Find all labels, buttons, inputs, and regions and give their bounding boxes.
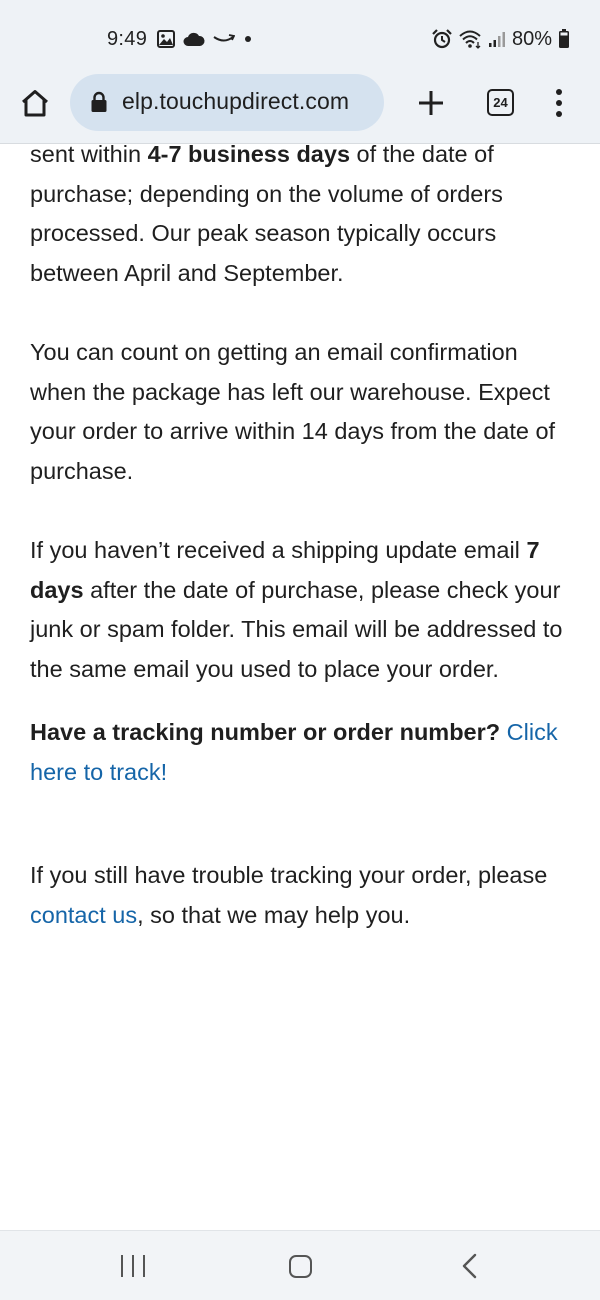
nav-home-button[interactable]: [289, 1255, 312, 1278]
paragraph-text: If you haven’t received a shipping updat…: [30, 536, 527, 563]
menu-dot-icon: [556, 89, 562, 95]
gallery-icon: [157, 30, 175, 48]
cloud-icon: [183, 32, 205, 46]
shipping-time-paragraph: sent within 4-7 business days of the dat…: [30, 135, 575, 293]
home-icon: [22, 90, 48, 117]
menu-dot-icon: [556, 111, 562, 117]
contact-paragraph: If you still have trouble tracking your …: [30, 856, 575, 935]
paragraph-text: after the date of purchase, please check…: [30, 576, 563, 682]
tracking-prompt: Have a tracking number or order number? …: [30, 713, 575, 792]
url-text[interactable]: elp.touchupdirect.com: [122, 88, 384, 115]
tracking-question: Have a tracking number or order number?: [30, 718, 501, 745]
paragraph-text: If you still have trouble tracking your …: [30, 862, 548, 889]
browser-toolbar: elp.touchupdirect.com 24: [0, 74, 600, 144]
amazon-smile-icon: [213, 34, 235, 42]
navigation-bar: [0, 1230, 600, 1300]
paragraph-text: , so that we may help you.: [137, 901, 411, 928]
email-confirmation-paragraph: You can count on getting an email confir…: [30, 338, 556, 484]
lock-icon[interactable]: [90, 91, 108, 113]
recents-bar-icon: [121, 1255, 124, 1277]
signal-icon: [488, 32, 505, 47]
battery-icon: [559, 29, 569, 48]
status-time: 9:49: [107, 28, 148, 50]
shipping-update-paragraph: If you haven’t received a shipping updat…: [30, 531, 575, 689]
recents-bar-icon: [131, 1255, 135, 1277]
more-menu-button[interactable]: [546, 85, 572, 121]
notification-icons: [157, 29, 253, 49]
back-button[interactable]: [458, 1253, 482, 1279]
page-content: sent within 4-7 business days of the dat…: [30, 135, 575, 975]
dot-icon: [245, 36, 251, 42]
plus-icon: [419, 91, 443, 115]
recent-apps-button[interactable]: [121, 1255, 145, 1279]
menu-dot-icon: [556, 100, 562, 106]
home-button[interactable]: [18, 86, 52, 120]
wifi-icon: [459, 30, 481, 49]
tab-switcher-button[interactable]: 24: [487, 89, 514, 116]
phone-screen: 9:49 80% elp.touchupdirect.com 24 sent w…: [0, 0, 600, 1300]
contact-us-link[interactable]: contact us: [30, 902, 137, 928]
alarm-icon: [432, 29, 452, 49]
status-bar: 9:49 80%: [0, 0, 600, 74]
recents-bar-icon: [142, 1255, 145, 1277]
system-status-icons: 80%: [432, 27, 570, 51]
battery-percentage: 80%: [511, 27, 552, 50]
business-days-emphasis: 4-7 business days: [147, 141, 351, 167]
paragraph-text: sent within: [30, 141, 148, 167]
address-bar[interactable]: elp.touchupdirect.com: [70, 74, 384, 131]
new-tab-button[interactable]: [414, 86, 448, 120]
